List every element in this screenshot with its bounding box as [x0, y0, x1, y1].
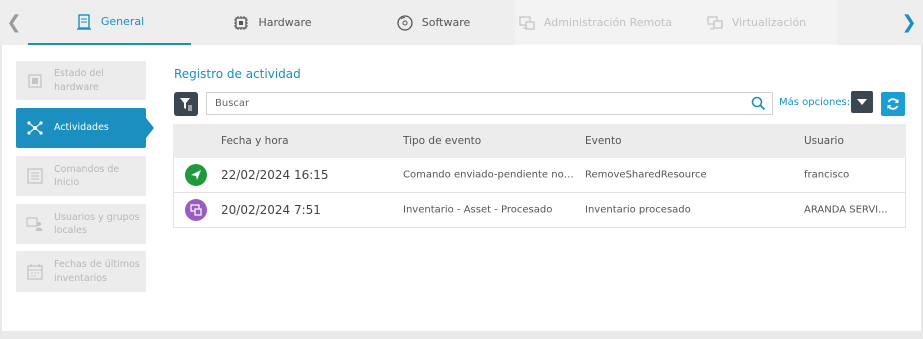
column-header-fecha[interactable]: Fecha y hora	[221, 135, 289, 147]
sidebar-item-label: Estado del hardware	[54, 68, 104, 93]
activity-table: Fecha y hora Tipo de evento Evento Usuar…	[173, 124, 906, 228]
tab-bar: ❮ General Hardware Software Administraci…	[0, 0, 923, 45]
row-user: ARANDA SERVI...	[804, 204, 888, 216]
sidebar-item-fechas-inventarios: Fechas de últimos inventarios	[16, 251, 146, 292]
disc-icon	[397, 14, 413, 31]
scroll-left-icon[interactable]: ❮	[0, 0, 28, 45]
sidebar-item-usuarios-grupos: Usuarios y grupos locales	[16, 204, 146, 244]
row-date: 22/02/2024 16:15	[221, 168, 329, 182]
main-panel: Estado del hardware Actividades Comandos…	[2, 45, 921, 331]
search-placeholder: Buscar	[215, 98, 250, 109]
tab-hardware[interactable]: Hardware	[192, 0, 352, 45]
footer-bar	[0, 331, 923, 339]
column-header-usuario[interactable]: Usuario	[804, 135, 844, 147]
document-icon	[76, 13, 91, 30]
calendar-icon	[27, 263, 43, 280]
tab-label: Hardware	[258, 16, 312, 29]
sidebar-item-label: Comandos de Inicio	[54, 163, 120, 188]
refresh-icon	[887, 98, 899, 110]
sidebar-item-label: Usuarios y grupos locales	[54, 211, 140, 236]
filter-button[interactable]	[174, 92, 198, 116]
row-type: Comando enviado-pendiente noti...	[403, 169, 575, 181]
table-row[interactable]: 22/02/2024 16:15 Comando enviado-pendien…	[173, 158, 906, 193]
more-options-dropdown[interactable]	[851, 91, 873, 113]
column-header-evento[interactable]: Evento	[585, 135, 622, 147]
sidebar-item-label: Fechas de últimos inventarios	[54, 259, 140, 284]
search-input[interactable]: Buscar	[206, 92, 773, 115]
remote-admin-icon	[519, 15, 535, 30]
chip-icon	[28, 73, 42, 88]
page-title: Registro de actividad	[174, 67, 301, 81]
sidebar-item-comandos-inicio: Comandos de Inicio	[16, 156, 146, 196]
chip-icon	[234, 15, 249, 30]
tab-label: Software	[421, 16, 471, 29]
sidebar-item-actividades[interactable]: Actividades	[16, 108, 154, 148]
send-icon	[185, 164, 207, 186]
sidebar-item-estado-hardware: Estado del hardware	[16, 61, 146, 100]
tab-label: Virtualización	[731, 16, 807, 29]
network-nodes-icon	[27, 121, 43, 135]
row-event: RemoveSharedResource	[585, 169, 707, 181]
column-header-tipo[interactable]: Tipo de evento	[403, 135, 481, 147]
row-user: francisco	[804, 169, 850, 181]
row-type: Inventario - Asset - Procesado	[403, 204, 553, 216]
more-options-label: Más opciones:	[779, 97, 851, 108]
tab-general[interactable]: General	[28, 0, 191, 45]
table-header: Fecha y hora Tipo de evento Evento Usuar…	[173, 124, 906, 158]
filter-icon	[180, 98, 192, 111]
tab-software[interactable]: Software	[352, 0, 514, 45]
tab-label: General	[100, 15, 145, 28]
tab-label: Administración Remota	[543, 16, 673, 29]
tab-virtualizacion: Virtualización	[675, 0, 837, 45]
virtualization-icon	[707, 15, 723, 29]
users-icon	[26, 217, 43, 231]
sidebar-item-label: Actividades	[54, 122, 109, 134]
table-row[interactable]: 20/02/2024 7:51 Inventario - Asset - Pro…	[173, 193, 906, 228]
refresh-button[interactable]	[881, 92, 905, 116]
inventory-icon	[185, 199, 207, 221]
tab-administracion-remota: Administración Remota	[515, 0, 675, 45]
search-icon[interactable]	[751, 96, 766, 111]
list-icon	[27, 168, 43, 184]
row-date: 20/02/2024 7:51	[221, 203, 321, 217]
row-event: Inventario procesado	[585, 204, 691, 216]
scroll-right-icon[interactable]: ❯	[895, 0, 923, 45]
chevron-down-icon	[857, 99, 867, 105]
